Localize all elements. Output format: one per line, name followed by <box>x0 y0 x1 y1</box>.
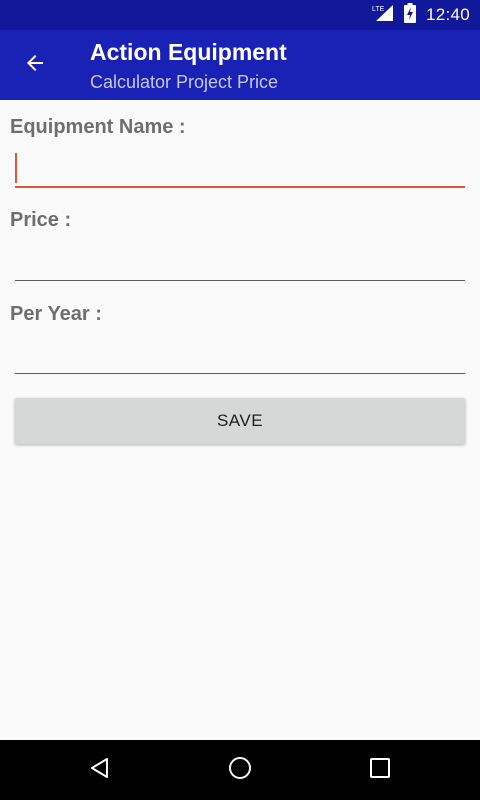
per-year-label: Per Year : <box>10 303 102 325</box>
status-bar: LTE 12:40 <box>0 0 480 30</box>
price-input[interactable] <box>15 247 465 281</box>
network-type-label: LTE <box>372 6 385 13</box>
circle-home-icon <box>228 756 252 785</box>
per-year-input[interactable] <box>15 340 465 374</box>
nav-home-button[interactable] <box>220 750 260 790</box>
app-subtitle: Calculator Project Price <box>90 72 279 92</box>
save-button[interactable]: SAVE <box>15 398 465 444</box>
lte-signal-icon: LTE <box>372 4 394 27</box>
app-bar: Action Equipment Calculator Project Pric… <box>0 30 480 100</box>
equipment-name-input[interactable] <box>15 153 465 188</box>
navigation-bar <box>0 740 480 800</box>
square-recents-icon <box>370 757 390 783</box>
equipment-name-label: Equipment Name : <box>10 116 186 138</box>
clock: 12:40 <box>425 5 470 24</box>
status-icons: LTE 12:40 <box>372 0 470 30</box>
nav-back-button[interactable] <box>80 750 120 790</box>
app-title: Action Equipment <box>90 39 287 65</box>
triangle-back-icon <box>89 757 111 784</box>
price-label: Price : <box>10 209 72 231</box>
battery-charging-icon <box>403 2 416 28</box>
nav-recents-button[interactable] <box>360 750 400 790</box>
arrow-left-icon <box>23 51 47 80</box>
back-button[interactable] <box>13 43 57 87</box>
text-cursor <box>15 153 17 183</box>
